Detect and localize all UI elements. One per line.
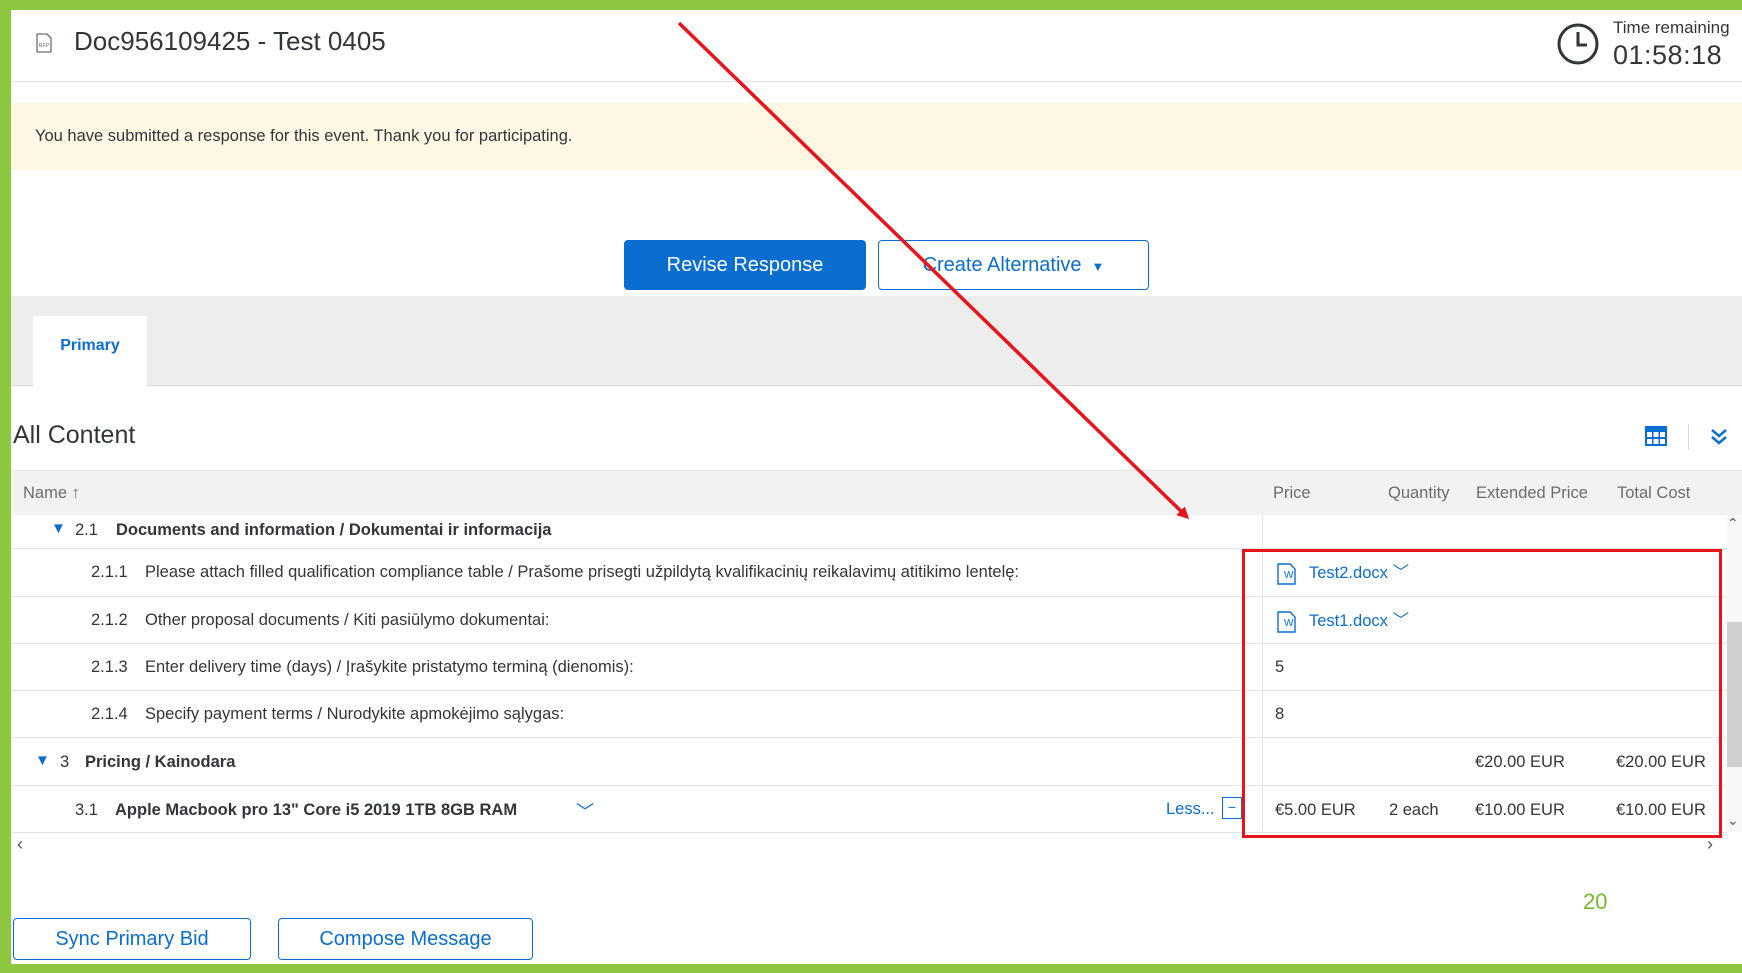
slide-page-number: 20 — [1583, 889, 1608, 914]
compose-message-button[interactable]: Compose Message — [278, 918, 533, 960]
annotation-arrow — [677, 21, 1190, 520]
sync-primary-bid-button[interactable]: Sync Primary Bid — [13, 918, 251, 960]
